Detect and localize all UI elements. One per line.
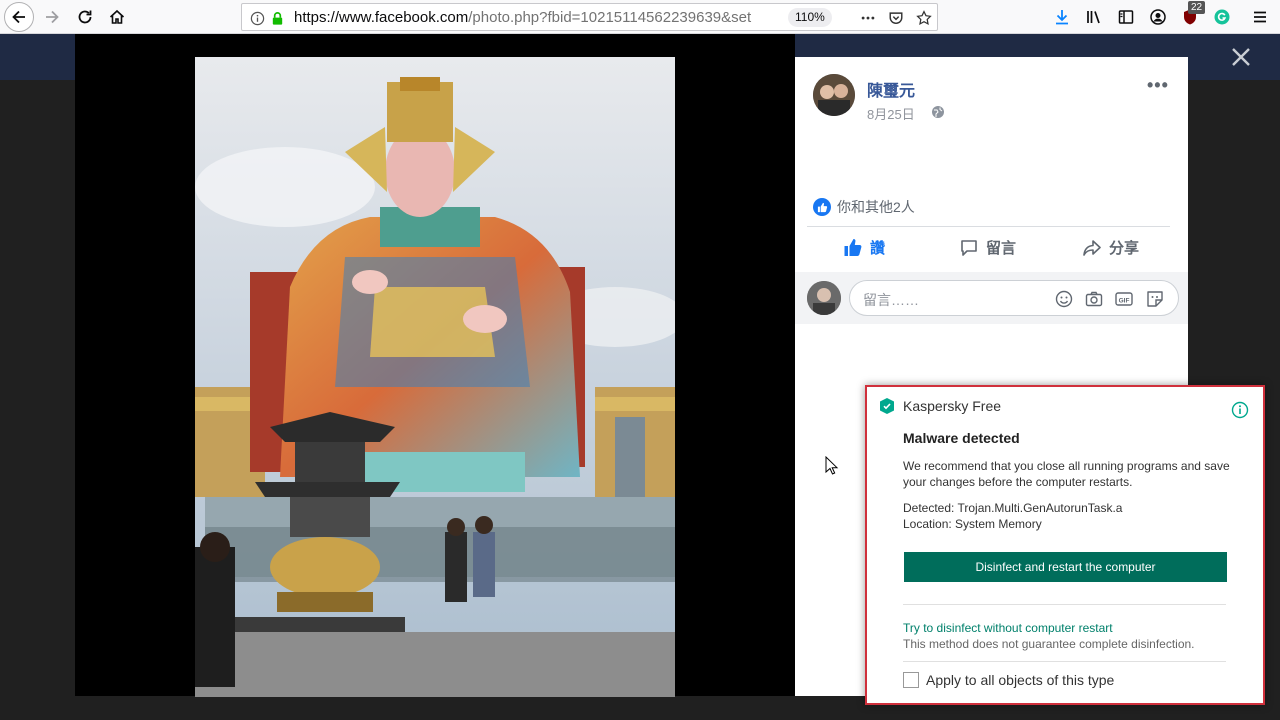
url-text[interactable]: https://www.facebook.com/photo.php?fbid=… [294, 9, 764, 26]
back-button[interactable] [4, 2, 34, 32]
thumbs-up-icon [844, 238, 862, 256]
like-reaction-icon [813, 198, 831, 216]
location-value: System Memory [955, 517, 1042, 531]
library-button[interactable] [1080, 3, 1108, 31]
comment-button[interactable]: 留言 [959, 237, 1016, 258]
kaspersky-shield-icon [880, 398, 894, 414]
location-label: Location: [903, 517, 952, 531]
grammarly-button[interactable] [1208, 3, 1236, 31]
divider [807, 226, 1170, 227]
grammarly-icon [1214, 9, 1230, 25]
zoom-level-badge[interactable]: 110% [788, 8, 832, 27]
divider [903, 604, 1226, 605]
viewer-avatar[interactable] [807, 281, 841, 315]
detected-label: Detected: [903, 501, 955, 515]
post-date[interactable]: 8月25日 [867, 104, 915, 123]
close-icon [1232, 48, 1250, 66]
forward-button[interactable] [38, 3, 66, 31]
download-button[interactable] [1048, 3, 1076, 31]
likes-text: 你和其他2人 [837, 199, 915, 215]
ublock-count-badge: 22 [1188, 1, 1206, 14]
likes-summary[interactable]: 你和其他2人 [813, 196, 915, 218]
library-icon [1087, 11, 1100, 24]
globe-icon [932, 106, 944, 118]
detected-value: Trojan.Multi.GenAutorunTask.a [957, 501, 1123, 515]
back-arrow-icon [12, 10, 25, 24]
close-viewer-button[interactable] [1228, 44, 1254, 70]
emoji-icon[interactable] [1054, 289, 1074, 309]
home-icon [109, 9, 125, 24]
info-icon[interactable] [1231, 401, 1249, 419]
gif-icon[interactable]: GIF [1114, 289, 1134, 309]
poster-name[interactable]: 陳璽元 [867, 77, 915, 101]
svg-text:GIF: GIF [1119, 298, 1130, 305]
alert-heading: Malware detected [903, 430, 1020, 446]
apply-to-all-checkbox-row[interactable]: Apply to all objects of this type [903, 672, 1114, 688]
like-button[interactable]: 讚 [843, 237, 885, 258]
camera-icon[interactable] [1084, 289, 1104, 309]
more-icon[interactable] [859, 9, 877, 27]
apply-to-all-label[interactable]: Apply to all objects of this type [926, 672, 1114, 688]
alert-message: We recommend that you close all running … [903, 459, 1230, 489]
account-button[interactable] [1144, 3, 1172, 31]
info-icon[interactable] [248, 9, 266, 27]
sidebar-icon [1118, 10, 1134, 24]
comment-composer: 留言…… GIF [795, 272, 1188, 324]
share-arrow-icon [1083, 239, 1101, 256]
comment-placeholder: 留言…… [863, 292, 919, 308]
sticker-icon[interactable] [1145, 289, 1165, 309]
post-options-button[interactable]: ••• [1147, 75, 1169, 96]
disinfect-without-restart-link[interactable]: Try to disinfect without computer restar… [903, 621, 1113, 635]
poster-avatar[interactable] [813, 74, 855, 116]
apply-to-all-checkbox[interactable] [903, 672, 919, 688]
sidebar-button[interactable] [1112, 3, 1140, 31]
disinfect-restart-button[interactable]: Disinfect and restart the computer [904, 552, 1227, 582]
disinfect-note: This method does not guarantee complete … [903, 637, 1195, 651]
star-icon[interactable] [915, 9, 933, 27]
url-bar[interactable]: https://www.facebook.com/photo.php?fbid=… [241, 3, 938, 31]
mouse-cursor-icon [825, 456, 839, 475]
forward-arrow-icon [46, 10, 59, 24]
divider [903, 661, 1226, 662]
menu-icon [1254, 11, 1266, 23]
comment-bubble-icon [961, 239, 977, 256]
post-photo[interactable] [195, 57, 675, 697]
browser-toolbar: https://www.facebook.com/photo.php?fbid=… [0, 0, 1280, 34]
kaspersky-product-name: Kaspersky Free [903, 398, 1002, 414]
reload-icon [78, 10, 92, 24]
menu-button[interactable] [1246, 3, 1274, 31]
kaspersky-alert-dialog: Kaspersky Free Malware detected We recom… [865, 385, 1265, 705]
ublock-button[interactable]: 22 [1176, 1, 1206, 31]
temple-statue-photo [195, 57, 675, 697]
account-icon [1150, 9, 1166, 25]
home-button[interactable] [103, 3, 131, 31]
lock-icon[interactable] [268, 9, 286, 27]
pocket-icon[interactable] [887, 9, 905, 27]
post-actions: 讚 留言 分享 [807, 229, 1170, 269]
reload-button[interactable] [71, 3, 99, 31]
share-button[interactable]: 分享 [1082, 237, 1139, 258]
comment-input[interactable]: 留言…… GIF [849, 280, 1179, 316]
download-icon [1056, 10, 1068, 25]
detection-details: Detected: Trojan.Multi.GenAutorunTask.a … [903, 500, 1122, 532]
